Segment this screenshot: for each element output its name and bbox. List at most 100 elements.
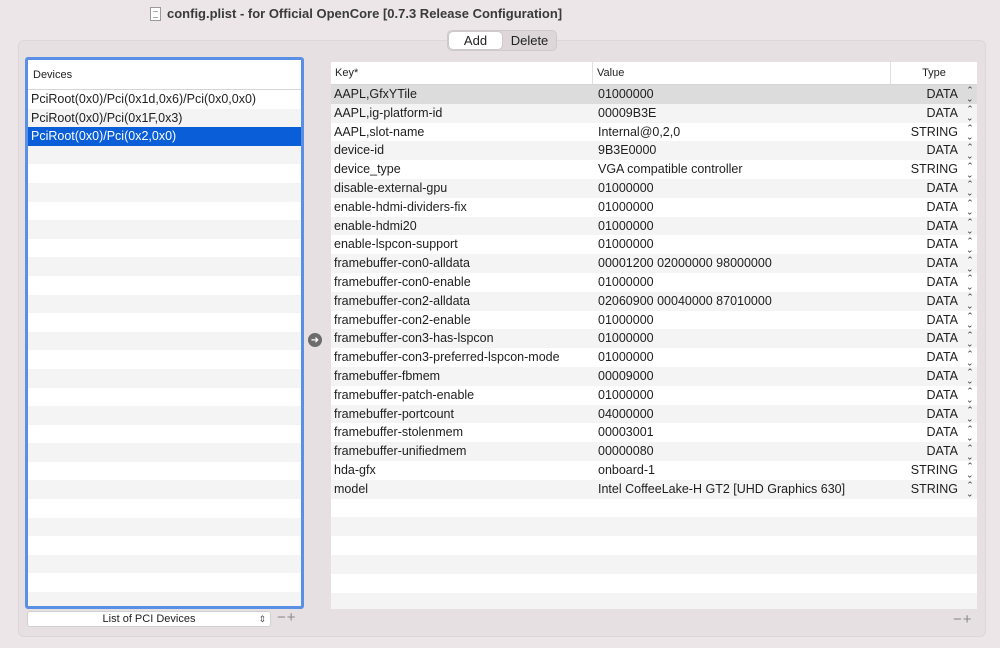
property-row[interactable]: device_type VGA compatible controller STRI… xyxy=(331,160,977,179)
property-value[interactable]: 02060900 00040000 87010000 xyxy=(593,292,891,311)
property-key[interactable]: AAPL,GfxYTile xyxy=(331,85,593,104)
property-key[interactable]: device_type xyxy=(331,160,593,179)
property-value[interactable]: VGA compatible controller xyxy=(593,160,891,179)
property-key[interactable]: framebuffer-con0-alldata xyxy=(331,254,593,273)
property-type-select[interactable]: DATA ⌃ ⌃ xyxy=(891,104,977,123)
property-key[interactable]: model xyxy=(331,480,593,499)
up-down-stepper-icon[interactable]: ⌃ ⌃ xyxy=(966,387,974,405)
property-row[interactable]: framebuffer-stolenmem 00003001 DATA ⌃ ⌃ xyxy=(331,423,977,442)
up-down-stepper-icon[interactable]: ⌃ ⌃ xyxy=(966,293,974,311)
right-arrow-circle-icon[interactable]: ➜ xyxy=(308,333,322,347)
property-key[interactable]: AAPL,ig-platform-id xyxy=(331,104,593,123)
property-value[interactable]: 01000000 xyxy=(593,217,891,236)
property-type-select[interactable]: STRING ⌃ ⌃ xyxy=(891,461,977,480)
property-type-select[interactable]: DATA ⌃ ⌃ xyxy=(891,235,977,254)
property-type-select[interactable]: DATA ⌃ ⌃ xyxy=(891,198,977,217)
up-down-stepper-icon[interactable]: ⌃ ⌃ xyxy=(966,217,974,235)
property-row[interactable]: disable-external-gpu 01000000 DATA ⌃ ⌃ xyxy=(331,178,977,198)
property-value[interactable]: Internal@0,2,0 xyxy=(593,123,891,142)
up-down-stepper-icon[interactable]: ⌃ ⌃ xyxy=(966,349,974,367)
property-value[interactable]: 01000000 xyxy=(593,311,891,330)
property-row[interactable]: framebuffer-con3-has-lspcon 01000000 DATA ⌃… xyxy=(331,329,977,349)
property-type-select[interactable]: DATA ⌃ ⌃ xyxy=(891,311,977,330)
property-row[interactable]: AAPL,slot-name Internal@0,2,0 STRING ⌃ ⌃ xyxy=(331,123,977,142)
property-value[interactable]: 01000000 xyxy=(593,179,891,198)
property-row[interactable]: device-id 9B3E0000 DATA ⌃ ⌃ xyxy=(331,141,977,161)
column-header-key[interactable]: Key* xyxy=(331,62,593,84)
property-row[interactable]: framebuffer-con0-enable 01000000 DATA ⌃ ⌃ xyxy=(331,273,977,292)
column-header-type[interactable]: Type xyxy=(891,62,977,84)
property-value[interactable]: 01000000 xyxy=(593,386,891,405)
up-down-stepper-icon[interactable]: ⌃ ⌃ xyxy=(966,123,974,141)
property-key[interactable]: framebuffer-con0-enable xyxy=(331,273,593,292)
property-key[interactable]: framebuffer-stolenmem xyxy=(331,423,593,442)
property-row[interactable]: AAPL,ig-platform-id 00009B3E DATA ⌃ ⌃ xyxy=(331,103,977,123)
property-type-select[interactable]: DATA ⌃ ⌃ xyxy=(891,141,977,160)
property-type-select[interactable]: DATA ⌃ ⌃ xyxy=(891,179,977,198)
property-type-select[interactable]: STRING ⌃ ⌃ xyxy=(891,123,977,142)
up-down-stepper-icon[interactable]: ⌃ ⌃ xyxy=(966,481,974,499)
property-value[interactable]: 9B3E0000 xyxy=(593,141,891,160)
property-row[interactable]: enable-lspcon-support 01000000 DATA ⌃ ⌃ xyxy=(331,235,977,254)
property-value[interactable]: 00009000 xyxy=(593,367,891,386)
up-down-stepper-icon[interactable]: ⌃ ⌃ xyxy=(966,161,974,179)
property-type-select[interactable]: STRING ⌃ ⌃ xyxy=(891,480,977,499)
property-row[interactable]: framebuffer-con0-alldata 00001200 0200000… xyxy=(331,254,977,273)
property-value[interactable]: 01000000 xyxy=(593,273,891,292)
property-type-select[interactable]: DATA ⌃ ⌃ xyxy=(891,386,977,405)
property-row[interactable]: enable-hdmi-dividers-fix 01000000 DATA ⌃ ⌃ xyxy=(331,198,977,217)
up-down-stepper-icon[interactable]: ⌃ ⌃ xyxy=(966,105,974,123)
up-down-stepper-icon[interactable]: ⌃ ⌃ xyxy=(966,462,974,480)
up-down-stepper-icon[interactable]: ⌃ ⌃ xyxy=(966,142,974,160)
add-device-button[interactable]: + xyxy=(287,609,297,626)
up-down-stepper-icon[interactable]: ⌃ ⌃ xyxy=(966,180,974,198)
property-value[interactable]: 01000000 xyxy=(593,85,891,104)
property-type-select[interactable]: DATA ⌃ ⌃ xyxy=(891,217,977,236)
column-header-value[interactable]: Value xyxy=(593,62,891,84)
up-down-stepper-icon[interactable]: ⌃ ⌃ xyxy=(966,368,974,386)
device-row[interactable]: PciRoot(0x0)/Pci(0x1F,0x3) xyxy=(28,108,301,128)
property-key[interactable]: disable-external-gpu xyxy=(331,179,593,198)
property-key[interactable]: framebuffer-patch-enable xyxy=(331,386,593,405)
property-key[interactable]: framebuffer-unifiedmem xyxy=(331,442,593,461)
up-down-stepper-icon[interactable]: ⌃ ⌃ xyxy=(966,274,974,292)
property-key[interactable]: device-id xyxy=(331,141,593,160)
property-value[interactable]: 00000080 xyxy=(593,442,891,461)
property-value[interactable]: 01000000 xyxy=(593,198,891,217)
up-down-stepper-icon[interactable]: ⌃ ⌃ xyxy=(966,330,974,348)
up-down-stepper-icon[interactable]: ⌃ ⌃ xyxy=(966,424,974,442)
property-value[interactable]: onboard-1 xyxy=(593,461,891,480)
delete-button[interactable]: Delete xyxy=(503,31,556,50)
up-down-stepper-icon[interactable]: ⌃ ⌃ xyxy=(966,236,974,254)
remove-device-button[interactable]: − xyxy=(277,609,287,626)
property-value[interactable]: 00001200 02000000 98000000 xyxy=(593,254,891,273)
property-key[interactable]: enable-lspcon-support xyxy=(331,235,593,254)
property-value[interactable]: 00009B3E xyxy=(593,104,891,123)
property-type-select[interactable]: DATA ⌃ ⌃ xyxy=(891,85,977,104)
device-row[interactable]: PciRoot(0x0)/Pci(0x1d,0x6)/Pci(0x0,0x0) xyxy=(28,90,301,109)
property-value[interactable]: 01000000 xyxy=(593,329,891,348)
property-key[interactable]: enable-hdmi20 xyxy=(331,217,593,236)
remove-property-button[interactable]: − xyxy=(953,611,963,628)
property-key[interactable]: framebuffer-portcount xyxy=(331,405,593,424)
property-type-select[interactable]: DATA ⌃ ⌃ xyxy=(891,329,977,348)
up-down-stepper-icon[interactable]: ⌃ ⌃ xyxy=(966,86,974,104)
up-down-stepper-icon[interactable]: ⌃ ⌃ xyxy=(966,199,974,217)
property-type-select[interactable]: DATA ⌃ ⌃ xyxy=(891,254,977,273)
property-type-select[interactable]: DATA ⌃ ⌃ xyxy=(891,405,977,424)
property-row[interactable]: AAPL,GfxYTile 01000000 DATA ⌃ ⌃ xyxy=(331,85,977,104)
property-type-select[interactable]: DATA ⌃ ⌃ xyxy=(891,442,977,461)
property-row[interactable]: framebuffer-portcount 04000000 DATA ⌃ ⌃ xyxy=(331,404,977,424)
property-type-select[interactable]: DATA ⌃ ⌃ xyxy=(891,292,977,311)
property-type-select[interactable]: DATA ⌃ ⌃ xyxy=(891,273,977,292)
property-key[interactable]: framebuffer-fbmem xyxy=(331,367,593,386)
property-key[interactable]: hda-gfx xyxy=(331,461,593,480)
property-value[interactable]: 01000000 xyxy=(593,348,891,367)
property-row[interactable]: enable-hdmi20 01000000 DATA ⌃ ⌃ xyxy=(331,216,977,236)
devices-list[interactable]: Devices PciRoot(0x0)/Pci(0x1d,0x6)/Pci(0… xyxy=(25,57,304,609)
property-row[interactable]: framebuffer-unifiedmem 00000080 DATA ⌃ ⌃ xyxy=(331,442,977,461)
property-key[interactable]: framebuffer-con2-enable xyxy=(331,311,593,330)
property-type-select[interactable]: STRING ⌃ ⌃ xyxy=(891,160,977,179)
up-down-stepper-icon[interactable]: ⌃ ⌃ xyxy=(966,311,974,329)
property-value[interactable]: Intel CoffeeLake-H GT2 [UHD Graphics 630… xyxy=(593,480,891,499)
